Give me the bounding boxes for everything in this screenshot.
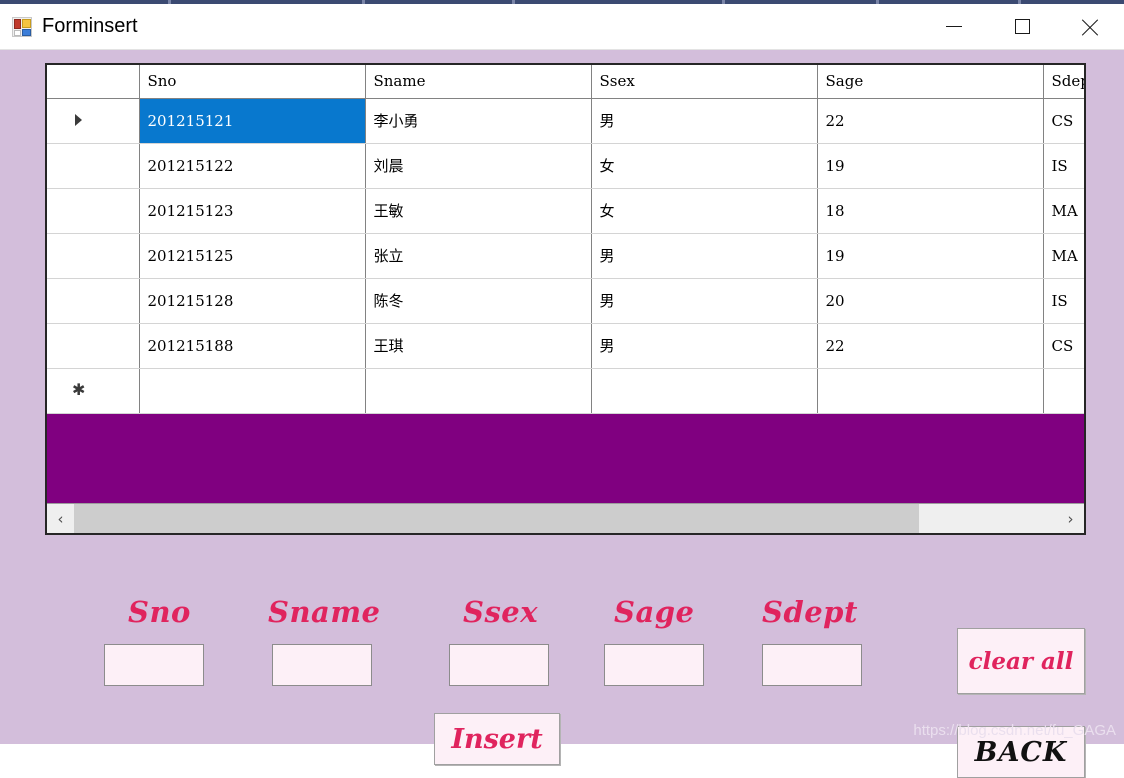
- title-bar: Forminsert: [0, 4, 1124, 50]
- cell-sno[interactable]: 201215123: [139, 188, 366, 234]
- cell-sdept[interactable]: IS: [1043, 278, 1084, 324]
- row-header-cell[interactable]: [47, 278, 140, 324]
- grid-header-rowselector[interactable]: [47, 65, 140, 99]
- label-ssex: Ssex: [463, 595, 539, 629]
- cell-sname[interactable]: 刘晨: [365, 143, 592, 189]
- cell-sdept[interactable]: IS: [1043, 143, 1084, 189]
- grid-header-ssex[interactable]: Ssex: [591, 65, 818, 99]
- cell-sno[interactable]: 201215125: [139, 233, 366, 279]
- row-header-cell-new[interactable]: ✱: [47, 368, 140, 414]
- form-client-area: Sno Sname Ssex Sage Sdep 201215121 李小勇 男…: [0, 50, 1124, 778]
- grid-header-sdept[interactable]: Sdep: [1043, 65, 1084, 99]
- application-window: Forminsert Sno Sname Ssex Sage Sde 20121…: [0, 0, 1124, 778]
- scrollbar-track[interactable]: [74, 504, 1057, 533]
- table-row[interactable]: 201215123 王敏 女 18 MA: [47, 188, 1084, 234]
- minimize-icon: [946, 26, 962, 27]
- cell-sname[interactable]: 张立: [365, 233, 592, 279]
- cell-sage[interactable]: [817, 368, 1044, 414]
- grid-header-sno[interactable]: Sno: [139, 65, 366, 99]
- label-sno: Sno: [128, 595, 191, 629]
- back-button[interactable]: BACK: [957, 726, 1085, 778]
- cell-sno[interactable]: 201215122: [139, 143, 366, 189]
- close-icon: [1079, 16, 1101, 38]
- row-header-cell[interactable]: [47, 233, 140, 279]
- maximize-icon: [1014, 19, 1030, 34]
- student-data-grid[interactable]: Sno Sname Ssex Sage Sdep 201215121 李小勇 男…: [45, 63, 1086, 535]
- cell-sage[interactable]: 18: [817, 188, 1044, 234]
- input-sage[interactable]: [604, 644, 704, 686]
- table-row[interactable]: 201215122 刘晨 女 19 IS: [47, 143, 1084, 189]
- cell-sname[interactable]: 王琪: [365, 323, 592, 369]
- cell-sno[interactable]: 201215128: [139, 278, 366, 324]
- input-ssex[interactable]: [449, 644, 549, 686]
- window-title: Forminsert: [42, 15, 138, 37]
- cell-sname[interactable]: 李小勇: [365, 98, 592, 144]
- input-sno[interactable]: [104, 644, 204, 686]
- label-sage: Sage: [614, 595, 695, 629]
- scroll-left-arrow-icon[interactable]: ‹: [47, 504, 74, 533]
- cell-sage[interactable]: 22: [817, 323, 1044, 369]
- cell-sname[interactable]: [365, 368, 592, 414]
- label-sdept: Sdept: [762, 595, 858, 629]
- cell-ssex[interactable]: 男: [591, 98, 818, 144]
- row-selector-arrow-icon: [75, 113, 83, 126]
- cell-sdept[interactable]: MA: [1043, 188, 1084, 234]
- cell-sage[interactable]: 19: [817, 233, 1044, 279]
- cell-ssex[interactable]: 男: [591, 278, 818, 324]
- maximize-button[interactable]: [988, 4, 1056, 50]
- table-row[interactable]: 201215125 张立 男 19 MA: [47, 233, 1084, 279]
- cell-sage[interactable]: 20: [817, 278, 1044, 324]
- cell-sno[interactable]: [139, 368, 366, 414]
- row-header-cell[interactable]: [47, 323, 140, 369]
- window-controls: [920, 4, 1124, 50]
- cell-ssex[interactable]: 男: [591, 323, 818, 369]
- cell-ssex[interactable]: 男: [591, 233, 818, 279]
- label-sname: Sname: [268, 595, 381, 629]
- table-row[interactable]: 201215128 陈冬 男 20 IS: [47, 278, 1084, 324]
- cell-ssex[interactable]: [591, 368, 818, 414]
- cell-sdept[interactable]: [1043, 368, 1084, 414]
- grid-header-row: Sno Sname Ssex Sage Sdep: [47, 65, 1084, 99]
- insert-button[interactable]: Insert: [434, 713, 560, 765]
- data-grid-table: Sno Sname Ssex Sage Sdep 201215121 李小勇 男…: [47, 65, 1084, 414]
- winforms-app-icon: [12, 16, 32, 37]
- cell-sdept[interactable]: MA: [1043, 233, 1084, 279]
- grid-header-sname[interactable]: Sname: [365, 65, 592, 99]
- cell-sno[interactable]: 201215121: [139, 98, 366, 144]
- scroll-right-arrow-icon[interactable]: ›: [1057, 504, 1084, 533]
- scrollbar-thumb[interactable]: [74, 504, 920, 533]
- cell-sno[interactable]: 201215188: [139, 323, 366, 369]
- table-row[interactable]: 201215121 李小勇 男 22 CS: [47, 98, 1084, 144]
- row-header-cell[interactable]: [47, 188, 140, 234]
- row-header-cell[interactable]: [47, 143, 140, 189]
- cell-sdept[interactable]: CS: [1043, 98, 1084, 144]
- cell-sage[interactable]: 22: [817, 98, 1044, 144]
- close-button[interactable]: [1056, 4, 1124, 50]
- row-header-cell[interactable]: [47, 98, 140, 144]
- clear-all-button[interactable]: clear all: [957, 628, 1085, 694]
- cell-sname[interactable]: 陈冬: [365, 278, 592, 324]
- grid-horizontal-scrollbar[interactable]: ‹ ›: [47, 503, 1084, 533]
- cell-sage[interactable]: 19: [817, 143, 1044, 189]
- cell-ssex[interactable]: 女: [591, 188, 818, 234]
- table-row[interactable]: 201215188 王琪 男 22 CS: [47, 323, 1084, 369]
- cell-sname[interactable]: 王敏: [365, 188, 592, 234]
- cell-ssex[interactable]: 女: [591, 143, 818, 189]
- grid-header-sage[interactable]: Sage: [817, 65, 1044, 99]
- input-sdept[interactable]: [762, 644, 862, 686]
- minimize-button[interactable]: [920, 4, 988, 50]
- input-sname[interactable]: [272, 644, 372, 686]
- cell-sdept[interactable]: CS: [1043, 323, 1084, 369]
- new-row-asterisk-icon: ✱: [72, 379, 86, 399]
- new-row[interactable]: ✱: [47, 368, 1084, 414]
